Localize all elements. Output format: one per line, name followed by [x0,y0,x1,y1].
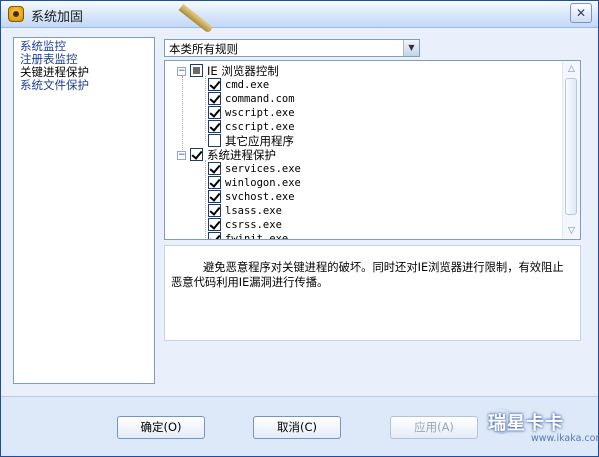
site-watermark: 瑞星卡卡 www.ikaka.com [479,405,599,453]
ok-button[interactable]: 确定(O) [117,416,205,439]
tree-item-label: 其它应用程序 [225,134,294,148]
item-checkbox[interactable] [208,92,221,105]
item-checkbox[interactable] [208,204,221,217]
item-checkbox[interactable] [208,120,221,133]
tree-item-label: winlogon.exe [225,177,301,189]
scrollbar-thumb[interactable] [565,78,577,215]
rule-tree: − IE 浏览器控制 cmd.exe command.com wscript.e… [164,60,581,240]
rule-description: 避免恶意程序对关键进程的破坏。同时还对IE浏览器进行限制，有效阻止恶意代码利用I… [164,245,581,341]
item-checkbox[interactable] [208,232,221,239]
tree-item-label: lsass.exe [225,205,282,217]
item-checkbox[interactable] [208,176,221,189]
rule-filter-select[interactable]: 本类所有规则 ▼ [164,39,420,57]
chevron-down-icon[interactable]: ▼ [403,40,419,56]
title-bar: 系统加固 ✕ [1,1,598,34]
apply-button[interactable]: 应用(A) [390,416,478,439]
item-checkbox[interactable] [208,190,221,203]
tree-connector [205,160,206,239]
group-checkbox-ie[interactable] [190,64,203,77]
scroll-up-icon[interactable]: △ [563,61,580,77]
item-checkbox[interactable] [208,218,221,231]
item-checkbox[interactable] [208,134,221,147]
close-button[interactable]: ✕ [570,3,592,23]
tree-item-label: command.com [225,93,295,105]
watermark-url: www.ikaka.com [531,433,599,444]
category-list-panel: 系统监控 注册表监控 关键进程保护 系统文件保护 [13,37,155,384]
cancel-button[interactable]: 取消(C) [253,416,341,439]
group-checkbox-system[interactable] [190,148,203,161]
collapse-icon[interactable]: − [177,151,186,160]
tree-group-label: 系统进程保护 [207,148,276,162]
rule-filter-value: 本类所有规则 [169,42,238,56]
tree-item-label: svchost.exe [225,191,295,203]
item-checkbox[interactable] [208,78,221,91]
tree-group-label: IE 浏览器控制 [207,64,279,78]
window-title: 系统加固 [31,10,84,25]
tree-item-label: services.exe [225,163,301,175]
tree-item-label: wscript.exe [225,107,295,119]
tree-item-label: cmd.exe [225,79,270,91]
tree-connector [182,76,183,150]
tree-vertical-scrollbar[interactable]: △ ▽ [562,61,580,239]
tree-connector [205,76,206,141]
scroll-down-icon[interactable]: ▽ [563,223,580,239]
item-checkbox[interactable] [208,162,221,175]
system-hardening-window: 系统加固 ✕ 系统监控 注册表监控 关键进程保护 系统文件保护 本类所有规则 ▼… [0,0,599,457]
tree-item-label: cscript.exe [225,121,295,133]
tree-item-label: csrss.exe [225,219,282,231]
shield-app-icon [8,6,24,22]
tree-item-label: fwinit.exe [225,233,289,240]
sidebar-item-system-file-protection[interactable]: 系统文件保护 [14,79,154,92]
watermark-brand: 瑞星卡卡 [488,413,564,434]
item-checkbox[interactable] [208,106,221,119]
collapse-icon[interactable]: − [177,67,186,76]
bullet-decoration-icon [178,3,214,34]
